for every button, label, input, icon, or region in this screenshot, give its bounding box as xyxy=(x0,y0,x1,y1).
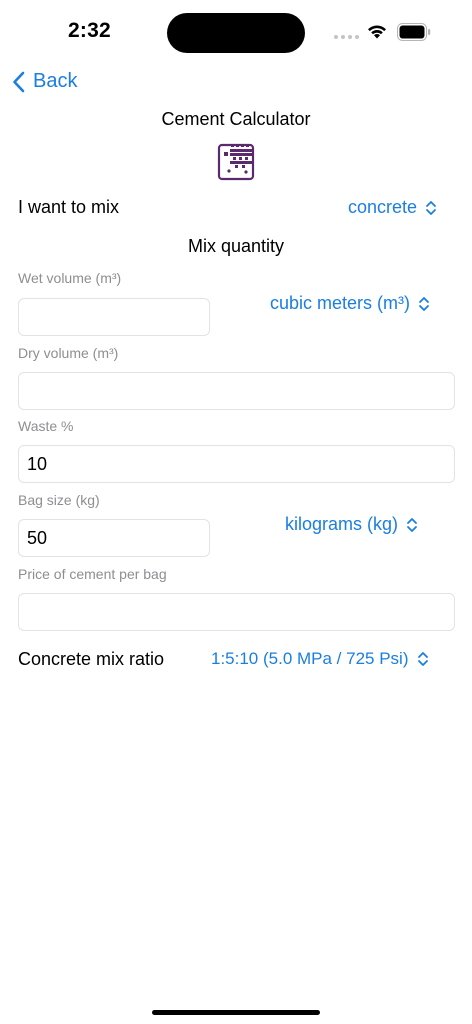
battery-icon xyxy=(397,23,431,41)
home-indicator[interactable] xyxy=(152,1010,320,1015)
dry-volume-label: Dry volume (m³) xyxy=(18,345,119,361)
chevron-left-icon xyxy=(13,71,25,92)
section-title: Mix quantity xyxy=(187,236,285,256)
volume-unit-value: cubic meters (m³) xyxy=(270,293,411,313)
cement-logo-icon xyxy=(217,143,255,181)
bag-size-input[interactable] xyxy=(18,519,210,557)
back-button[interactable]: Back xyxy=(12,70,77,93)
waste-label: Waste % xyxy=(18,418,74,434)
weight-unit-value: kilograms (kg) xyxy=(285,514,399,534)
wet-volume-label: Wet volume (m³) xyxy=(18,270,122,286)
mix-ratio-label: Concrete mix ratio xyxy=(18,649,165,669)
price-label: Price of cement per bag xyxy=(18,566,167,582)
mix-label: I want to mix xyxy=(18,197,120,217)
mix-ratio-picker[interactable]: 1:5:10 (5.0 MPa / 725 Psi) xyxy=(211,649,429,669)
volume-unit-picker[interactable]: cubic meters (m³) xyxy=(270,293,430,314)
page-title: Cement Calculator xyxy=(161,109,311,129)
wet-volume-input[interactable] xyxy=(18,298,210,336)
mix-ratio-value: 1:5:10 (5.0 MPa / 725 Psi) xyxy=(211,649,409,668)
price-input[interactable] xyxy=(18,593,455,631)
cellular-signal-icon xyxy=(334,35,359,39)
up-down-chevron-icon xyxy=(417,652,428,666)
waste-input[interactable] xyxy=(18,445,455,483)
up-down-chevron-icon xyxy=(419,296,429,311)
wifi-icon xyxy=(368,25,386,39)
dynamic-island xyxy=(167,13,305,53)
up-down-chevron-icon xyxy=(407,517,417,532)
weight-unit-picker[interactable]: kilograms (kg) xyxy=(285,514,418,535)
mix-type-picker[interactable]: concrete xyxy=(348,197,437,218)
status-time: 2:32 xyxy=(68,19,111,42)
dry-volume-input[interactable] xyxy=(18,372,455,410)
bag-size-label: Bag size (kg) xyxy=(18,492,100,508)
up-down-chevron-icon xyxy=(426,200,436,215)
mix-type-value: concrete xyxy=(348,197,418,217)
back-label: Back xyxy=(33,70,78,92)
